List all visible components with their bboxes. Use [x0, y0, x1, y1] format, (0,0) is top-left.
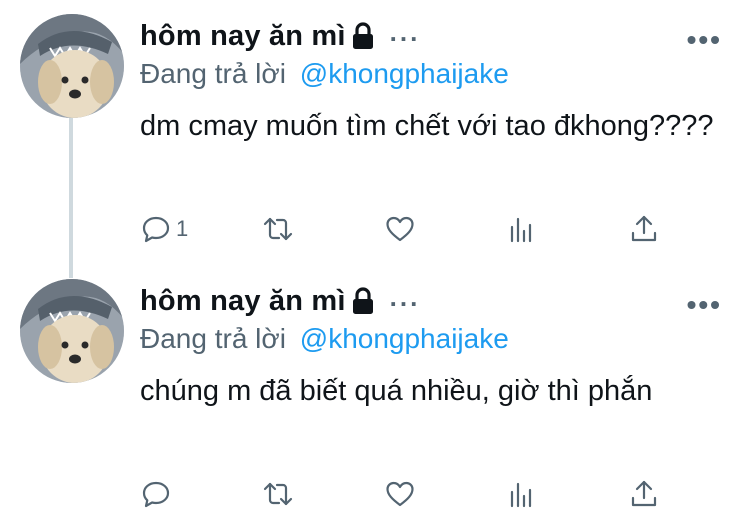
author-name[interactable]: hôm nay ăn mì — [140, 20, 346, 53]
stats-icon — [510, 482, 532, 508]
share-icon — [631, 480, 657, 507]
avatar[interactable] — [20, 279, 124, 383]
author-name[interactable]: hôm nay ăn mì — [140, 285, 346, 318]
share-icon — [631, 215, 657, 242]
more-options-button[interactable]: ••• — [687, 24, 722, 56]
replying-to: Đang trả lời @khongphaijake — [140, 323, 509, 355]
view-stats-button[interactable] — [506, 477, 538, 511]
replying-to-handle-link[interactable]: @khongphaijake — [300, 58, 509, 89]
tweet[interactable]: hôm nay ăn mì ... ••• Đang trả lời @khon… — [0, 0, 750, 265]
replying-to: Đang trả lời @khongphaijake — [140, 58, 509, 90]
like-button[interactable] — [384, 477, 416, 511]
like-icon — [386, 481, 414, 507]
like-icon — [386, 216, 414, 242]
view-stats-button[interactable] — [506, 212, 538, 246]
retweet-icon — [263, 217, 293, 241]
tweet[interactable]: hôm nay ăn mì ... ••• Đang trả lời @khon… — [0, 265, 750, 523]
replying-to-label: Đang trả lời — [140, 323, 286, 354]
stats-icon — [510, 217, 532, 243]
reply-count: 1 — [176, 216, 189, 241]
replying-to-label: Đang trả lời — [140, 58, 286, 89]
avatar-image — [20, 279, 124, 383]
replying-to-handle-link[interactable]: @khongphaijake — [300, 323, 509, 354]
tweet-text: dm cmay muốn tìm chết với tao đkhong???? — [140, 110, 714, 142]
reply-button[interactable] — [140, 477, 176, 511]
avatar[interactable] — [20, 14, 124, 118]
avatar-image — [20, 14, 124, 118]
more-options-button[interactable]: ••• — [687, 289, 722, 321]
retweet-icon — [263, 482, 293, 506]
lock-icon — [350, 21, 376, 51]
share-button[interactable] — [628, 477, 660, 511]
reply-button[interactable]: 1 — [140, 212, 188, 246]
share-button[interactable] — [628, 212, 660, 246]
reply-icon — [142, 216, 170, 243]
reply-icon — [142, 481, 170, 508]
tweet-actions — [140, 477, 680, 511]
name-truncation: ... — [389, 281, 421, 312]
tweet-actions: 1 — [140, 212, 680, 246]
retweet-button[interactable] — [262, 212, 294, 246]
lock-icon — [350, 286, 376, 316]
tweet-text: chúng m đã biết quá nhiều, giờ thì phắn — [140, 375, 653, 407]
retweet-button[interactable] — [262, 477, 294, 511]
name-truncation: ... — [389, 16, 421, 47]
like-button[interactable] — [384, 212, 416, 246]
